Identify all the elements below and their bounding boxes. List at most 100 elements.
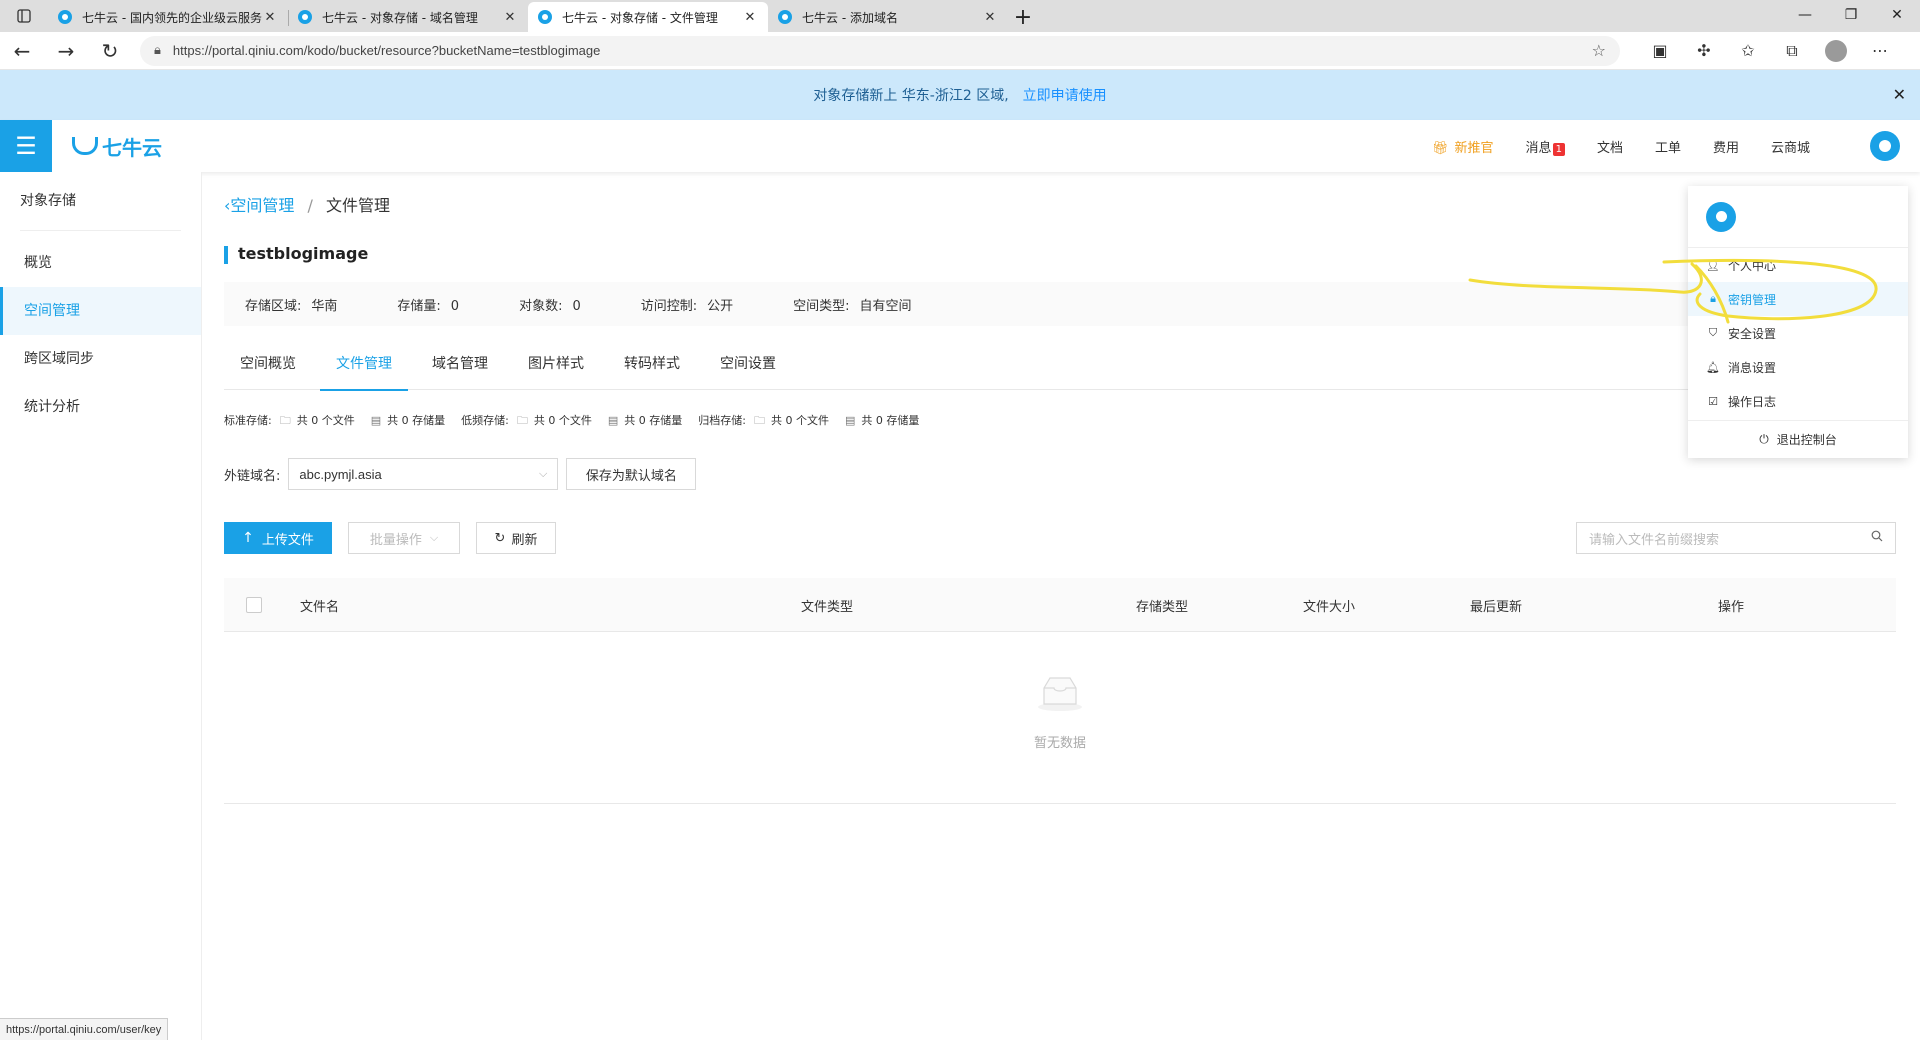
browser-tab-active[interactable]: 七牛云 - 对象存储 - 文件管理 ✕ bbox=[528, 2, 768, 32]
browser-tab[interactable]: 七牛云 - 对象存储 - 域名管理 ✕ bbox=[288, 2, 528, 32]
info-region: 存储区域: 华南 bbox=[245, 295, 337, 314]
nav-tickets[interactable]: 工单 bbox=[1655, 137, 1681, 156]
tab-file-management[interactable]: 文件管理 bbox=[320, 344, 408, 391]
storage-infrequent: 低频存储: 🗀︎ 共 0 个文件 ▤ 共 0 存储量 bbox=[461, 412, 682, 431]
window-controls: — ❐ ✕ bbox=[1782, 0, 1920, 30]
extensions-icon[interactable]: ✣ bbox=[1682, 32, 1726, 70]
lock-icon[interactable]: 🔒︎ bbox=[154, 43, 161, 58]
minimize-icon[interactable]: — bbox=[1782, 0, 1828, 30]
menu-item-message-settings[interactable]: 🔔︎ 消息设置 bbox=[1688, 350, 1908, 384]
gift-icon: 🎁︎ bbox=[1432, 140, 1449, 156]
menu-item-security-settings[interactable]: ⛉ 安全设置 bbox=[1688, 316, 1908, 350]
nav-messages[interactable]: 消息 1 bbox=[1526, 137, 1565, 156]
more-options-icon[interactable]: ⋯ bbox=[1858, 32, 1902, 70]
menu-item-profile[interactable]: 👤︎ 个人中心 bbox=[1688, 248, 1908, 282]
menu-item-key-management[interactable]: 🔒︎ 密钥管理 bbox=[1688, 282, 1908, 316]
qiniu-favicon-icon bbox=[298, 10, 312, 24]
logout-button[interactable]: ⏻ 退出控制台 bbox=[1688, 420, 1908, 458]
folder-icon: 🗀︎ bbox=[516, 414, 528, 427]
tab-title: 七牛云 - 对象存储 - 文件管理 bbox=[562, 10, 718, 25]
address-bar[interactable]: 🔒︎ https://portal.qiniu.com/kodo/bucket/… bbox=[140, 35, 1620, 66]
tab-domain-management[interactable]: 域名管理 bbox=[416, 344, 504, 390]
close-icon[interactable]: ✕ bbox=[742, 10, 758, 25]
logo-text: 七牛云 bbox=[102, 135, 162, 160]
column-header-storage-class[interactable]: 存储类型 bbox=[1136, 596, 1188, 615]
select-all-checkbox[interactable] bbox=[246, 597, 262, 613]
sidebar-divider bbox=[20, 230, 181, 231]
storage-file-count: 共 0 个文件 bbox=[533, 414, 592, 427]
nav-promo[interactable]: 🎁︎ 新推官 bbox=[1432, 137, 1494, 156]
file-search-input[interactable]: 请输入文件名前缀搜索 bbox=[1576, 522, 1896, 554]
storage-icon: ▤ bbox=[607, 414, 619, 427]
domain-select[interactable]: abc.pymjl.asia ⌵ bbox=[288, 458, 559, 490]
menu-item-label: 消息设置 bbox=[1728, 360, 1777, 375]
menu-item-operation-log[interactable]: ☑ 操作日志 bbox=[1688, 384, 1908, 418]
header-nav: 🎁︎ 新推官 消息 1 文档 工单 费用 云商城 bbox=[1400, 120, 1810, 172]
new-tab-icon[interactable]: + bbox=[1008, 2, 1038, 32]
reading-view-icon[interactable]: ▣ bbox=[1638, 32, 1682, 70]
info-storage-value: 0 bbox=[450, 298, 460, 314]
browser-tab[interactable]: 七牛云 - 国内领先的企业级云服务 ✕ bbox=[48, 2, 288, 32]
menu-item-label: 安全设置 bbox=[1728, 326, 1777, 341]
batch-actions-button[interactable]: 批量操作 ⌵ bbox=[348, 522, 460, 554]
column-header-actions: 操作 bbox=[1718, 600, 1745, 615]
menu-item-label: 操作日志 bbox=[1728, 394, 1777, 409]
save-default-domain-button[interactable]: 保存为默认域名 bbox=[566, 458, 697, 490]
tab-bucket-settings[interactable]: 空间设置 bbox=[704, 344, 792, 390]
nav-docs[interactable]: 文档 bbox=[1597, 137, 1623, 156]
back-icon[interactable]: ← bbox=[0, 32, 44, 70]
restore-icon[interactable]: ❐ bbox=[1828, 0, 1874, 30]
sidebar-item-bucket-management[interactable]: 空间管理 bbox=[0, 287, 201, 335]
favorite-star-icon[interactable]: ☆ bbox=[1592, 41, 1606, 60]
nav-market[interactable]: 云商城 bbox=[1771, 137, 1810, 156]
favorites-icon[interactable]: ✩ bbox=[1726, 32, 1770, 70]
collections-icon[interactable]: ⧉ bbox=[1770, 32, 1814, 70]
browser-toolbar: ← → ↻ 🔒︎ https://portal.qiniu.com/kodo/b… bbox=[0, 32, 1920, 70]
user-avatar[interactable] bbox=[1870, 131, 1900, 161]
file-actions: ↑ 上传文件 批量操作 ⌵ ↻ 刷新 请输入文件名前缀搜索 bbox=[224, 522, 1896, 554]
qiniu-favicon-icon bbox=[778, 10, 792, 24]
info-region-value: 华南 bbox=[311, 298, 338, 314]
sidebar-item-statistics[interactable]: 统计分析 bbox=[0, 383, 201, 431]
upload-file-label: 上传文件 bbox=[261, 532, 314, 548]
refresh-button[interactable]: ↻ 刷新 bbox=[476, 522, 556, 554]
profile-avatar[interactable] bbox=[1814, 32, 1858, 70]
close-icon[interactable]: ✕ bbox=[262, 10, 278, 25]
batch-actions-label: 批量操作 bbox=[369, 532, 422, 548]
sidebar-item-cross-region-sync[interactable]: 跨区域同步 bbox=[0, 335, 201, 383]
forward-icon[interactable]: → bbox=[44, 32, 88, 70]
reload-icon[interactable]: ↻ bbox=[88, 32, 132, 70]
qiniu-logo[interactable]: 七牛云 bbox=[72, 132, 162, 161]
close-icon[interactable]: ✕ bbox=[982, 10, 998, 25]
column-header-type[interactable]: 文件类型 bbox=[801, 596, 853, 615]
tab-image-styles[interactable]: 图片样式 bbox=[512, 344, 600, 390]
column-header-size[interactable]: 文件大小 bbox=[1303, 596, 1355, 615]
nav-promo-label: 新推官 bbox=[1454, 140, 1494, 156]
nav-billing[interactable]: 费用 bbox=[1713, 137, 1739, 156]
close-icon[interactable]: ✕ bbox=[1893, 85, 1906, 104]
user-menu-avatar bbox=[1706, 201, 1736, 232]
tab-transcode-styles[interactable]: 转码样式 bbox=[608, 344, 696, 390]
close-icon[interactable]: ✕ bbox=[502, 10, 518, 25]
info-region-label: 存储区域: bbox=[245, 298, 302, 314]
user-menu-header bbox=[1688, 186, 1908, 248]
sidebar-title: 对象存储 bbox=[20, 193, 76, 209]
window-close-icon[interactable]: ✕ bbox=[1874, 0, 1920, 30]
user-icon: 👤︎ bbox=[1706, 258, 1720, 272]
announcement-link[interactable]: 立即申请使用 bbox=[1023, 85, 1107, 105]
upload-file-button[interactable]: ↑ 上传文件 bbox=[224, 522, 332, 554]
column-header-name[interactable]: 文件名 bbox=[300, 596, 339, 615]
search-icon[interactable] bbox=[1871, 530, 1883, 546]
storage-icon: ▤ bbox=[844, 414, 856, 427]
breadcrumb-back-link[interactable]: ‹空间管理 bbox=[224, 196, 294, 215]
message-count-badge: 1 bbox=[1552, 142, 1565, 156]
browser-tab[interactable]: 七牛云 - 添加域名 ✕ bbox=[768, 2, 1008, 32]
sidebar-item-overview[interactable]: 概览 bbox=[0, 239, 201, 287]
storage-size: 共 0 存储量 bbox=[624, 414, 683, 427]
tab-actions-icon[interactable] bbox=[0, 0, 48, 32]
tab-bucket-overview[interactable]: 空间概览 bbox=[224, 344, 312, 390]
tab-title: 七牛云 - 国内领先的企业级云服务 bbox=[82, 10, 262, 25]
column-header-updated[interactable]: 最后更新 bbox=[1470, 596, 1522, 615]
hamburger-menu-icon[interactable]: ☰ bbox=[0, 120, 52, 172]
chevron-down-icon: ⌵ bbox=[539, 467, 548, 480]
